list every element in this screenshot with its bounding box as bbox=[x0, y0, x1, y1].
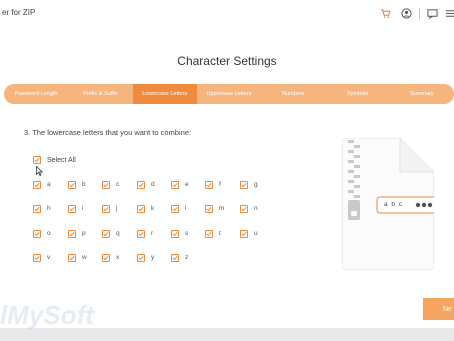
title-bar: er for ZIP bbox=[0, 0, 454, 28]
letter-label-a: a bbox=[47, 180, 51, 188]
letter-label-f: f bbox=[219, 180, 221, 188]
letter-checkbox-e[interactable] bbox=[171, 181, 179, 189]
letter-checkbox-p[interactable] bbox=[68, 230, 76, 238]
letter-label-n: n bbox=[254, 204, 258, 212]
letter-checkbox-t[interactable] bbox=[205, 230, 213, 238]
letter-checkbox-b[interactable] bbox=[68, 181, 76, 189]
letter-label-z: z bbox=[185, 253, 189, 261]
tab-uppercase-letters[interactable]: Uppercase Letters bbox=[197, 84, 261, 104]
letter-checkbox-u[interactable] bbox=[240, 230, 248, 238]
letter-checkbox-z[interactable] bbox=[171, 254, 179, 262]
letter-label-l: l bbox=[185, 204, 187, 212]
next-button[interactable]: Ne bbox=[423, 298, 454, 320]
letter-checkbox-y[interactable] bbox=[137, 254, 145, 262]
letter-label-g: g bbox=[254, 180, 258, 188]
tab-symbols[interactable]: Symbols bbox=[325, 84, 389, 104]
letter-checkbox-m[interactable] bbox=[205, 205, 213, 213]
app-window: er for ZIP Character Settings Password L… bbox=[0, 0, 454, 328]
letter-checkbox-f[interactable] bbox=[205, 181, 213, 189]
letter-label-u: u bbox=[254, 229, 258, 237]
letter-checkbox-g[interactable] bbox=[240, 181, 248, 189]
step-tabs: Password Length Prefix & Suffix Lowercase … bbox=[4, 84, 454, 104]
tab-prefix-suffix[interactable]: Prefix & Suffix bbox=[68, 84, 132, 104]
letter-checkbox-q[interactable] bbox=[102, 230, 110, 238]
tab-password-length[interactable]: Password Length bbox=[4, 84, 68, 104]
letter-checkbox-n[interactable] bbox=[240, 205, 248, 213]
select-all-label: Select All bbox=[47, 157, 76, 164]
letter-checkbox-o[interactable] bbox=[33, 230, 41, 238]
menu-icon[interactable] bbox=[442, 6, 454, 20]
letter-label-m: m bbox=[219, 204, 225, 212]
letter-checkbox-d[interactable] bbox=[137, 181, 145, 189]
letter-label-v: v bbox=[47, 253, 51, 261]
password-preview-text: a b c bbox=[384, 201, 404, 208]
letter-label-b: b bbox=[82, 180, 86, 188]
tab-numbers[interactable]: Numbers bbox=[261, 84, 325, 104]
tab-summary[interactable]: Summary bbox=[390, 84, 454, 104]
letter-checkbox-j[interactable] bbox=[102, 205, 110, 213]
letter-checkbox-h[interactable] bbox=[33, 205, 41, 213]
password-illustration: a b c bbox=[341, 137, 444, 271]
letter-label-e: e bbox=[185, 180, 189, 188]
letter-label-r: r bbox=[151, 229, 154, 237]
window-title: er for ZIP bbox=[2, 8, 36, 17]
letter-checkbox-k[interactable] bbox=[137, 205, 145, 213]
letter-label-q: q bbox=[116, 229, 120, 237]
letter-label-x: x bbox=[116, 253, 120, 261]
letter-checkbox-l[interactable] bbox=[171, 205, 179, 213]
question-text: 3. The lowercase letters that you want t… bbox=[24, 128, 192, 137]
letter-label-c: c bbox=[116, 180, 120, 188]
letter-checkbox-i[interactable] bbox=[68, 205, 76, 213]
letter-label-p: p bbox=[82, 229, 86, 237]
letter-checkbox-x[interactable] bbox=[102, 254, 110, 262]
letter-label-s: s bbox=[185, 229, 189, 237]
letter-label-j: j bbox=[116, 204, 118, 212]
letter-checkbox-w[interactable] bbox=[68, 254, 76, 262]
mouse-cursor-icon bbox=[36, 163, 44, 181]
titlebar-divider bbox=[419, 8, 420, 19]
letter-checkbox-a[interactable] bbox=[33, 181, 41, 189]
page-title: Character Settings bbox=[177, 54, 277, 68]
feedback-icon[interactable] bbox=[425, 6, 439, 20]
cart-icon[interactable] bbox=[378, 6, 392, 20]
tab-lowercase-letters[interactable]: Lowercase Letters bbox=[132, 84, 197, 104]
letter-label-o: o bbox=[47, 229, 51, 237]
watermark-logo: lMySoft bbox=[0, 300, 94, 330]
letter-label-t: t bbox=[219, 229, 221, 237]
letter-checkbox-r[interactable] bbox=[137, 230, 145, 238]
letter-checkbox-v[interactable] bbox=[33, 254, 41, 262]
letter-label-k: k bbox=[151, 204, 155, 212]
user-icon[interactable] bbox=[399, 6, 413, 20]
letter-label-w: w bbox=[82, 253, 87, 261]
letter-label-y: y bbox=[151, 253, 155, 261]
letter-checkbox-c[interactable] bbox=[102, 181, 110, 189]
letter-checkbox-s[interactable] bbox=[171, 230, 179, 238]
letter-label-h: h bbox=[47, 204, 51, 212]
letter-label-i: i bbox=[82, 204, 84, 212]
letter-label-d: d bbox=[151, 180, 155, 188]
